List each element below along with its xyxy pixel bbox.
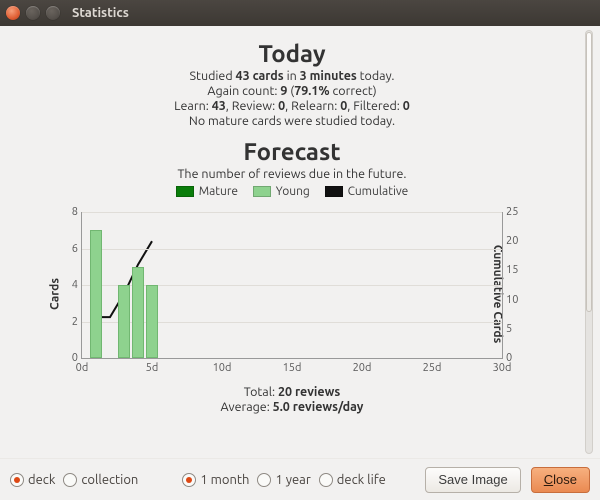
x-tick: 0d	[76, 362, 89, 374]
bar-young	[146, 285, 157, 358]
legend-cumulative-swatch-icon	[325, 186, 343, 197]
today-heading: Today	[6, 40, 578, 67]
window-close-icon[interactable]	[6, 6, 20, 20]
y-left-tick: 2	[54, 316, 78, 328]
today-again-line: Again count: 9 (79.1% correct)	[6, 84, 578, 98]
y-left-tick: 6	[54, 243, 78, 255]
range-radio-1year[interactable]: 1 year	[257, 473, 310, 487]
legend-young-swatch-icon	[253, 186, 271, 197]
legend-mature: Mature	[176, 185, 238, 198]
y-left-tick: 4	[54, 279, 78, 291]
y-left-tick: 0	[54, 352, 78, 364]
legend-mature-swatch-icon	[176, 186, 194, 197]
x-tick: 30d	[493, 362, 512, 374]
today-studied-line: Studied 43 cards in 3 minutes today.	[6, 69, 578, 83]
x-tick: 5d	[146, 362, 159, 374]
range-radio-1month[interactable]: 1 month	[182, 473, 249, 487]
radio-icon	[257, 473, 271, 487]
x-tick: 15d	[283, 362, 302, 374]
radio-icon	[10, 473, 24, 487]
scrollbar-thumb[interactable]	[586, 32, 592, 312]
vertical-scrollbar[interactable]	[582, 30, 596, 454]
y-left-tick: 8	[54, 206, 78, 218]
x-tick: 10d	[213, 362, 232, 374]
forecast-heading: Forecast	[6, 138, 578, 165]
close-button[interactable]: Close	[531, 467, 590, 493]
radio-icon	[319, 473, 333, 487]
bar-young	[90, 230, 101, 358]
y-right-tick: 10	[506, 294, 532, 306]
forecast-subtitle: The number of reviews due in the future.	[6, 167, 578, 181]
window-minimize-icon[interactable]	[26, 6, 40, 20]
content-area: Today Studied 43 cards in 3 minutes toda…	[0, 26, 600, 458]
x-tick: 25d	[423, 362, 442, 374]
legend-young: Young	[253, 185, 310, 198]
scope-radio-group: deck collection	[10, 473, 138, 487]
y-right-tick: 5	[506, 323, 532, 335]
plot-area: 0246805101520250d5d10d15d20d25d30d	[81, 212, 503, 359]
window-title: Statistics	[72, 6, 129, 20]
y-right-tick: 15	[506, 264, 532, 276]
today-mature-line: No mature cards were studied today.	[6, 114, 578, 128]
stats-scrollpane: Today Studied 43 cards in 3 minutes toda…	[6, 30, 578, 454]
radio-icon	[182, 473, 196, 487]
bar-young	[118, 285, 129, 358]
bar-young	[132, 267, 143, 358]
forecast-total-line: Total: 20 reviews	[6, 385, 578, 399]
forecast-chart: Cards Cumulative Cards 0246805101520250d…	[37, 206, 547, 381]
forecast-legend: Mature Young Cumulative	[6, 185, 578, 200]
scope-radio-collection[interactable]: collection	[63, 473, 138, 487]
radio-icon	[63, 473, 77, 487]
range-radio-decklife[interactable]: deck life	[319, 473, 386, 487]
titlebar: Statistics	[0, 0, 600, 26]
save-image-button[interactable]: Save Image	[425, 467, 520, 493]
forecast-avg-line: Average: 5.0 reviews/day	[6, 400, 578, 414]
window-maximize-icon[interactable]	[46, 6, 60, 20]
y-right-tick: 25	[506, 206, 532, 218]
y-right-tick: 20	[506, 235, 532, 247]
bottom-bar: deck collection 1 month 1 year deck life…	[0, 458, 600, 500]
range-radio-group: 1 month 1 year deck life	[182, 473, 386, 487]
today-breakdown-line: Learn: 43, Review: 0, Relearn: 0, Filter…	[6, 99, 578, 113]
scope-radio-deck[interactable]: deck	[10, 473, 55, 487]
legend-cumulative: Cumulative	[325, 185, 409, 198]
x-tick: 20d	[353, 362, 372, 374]
